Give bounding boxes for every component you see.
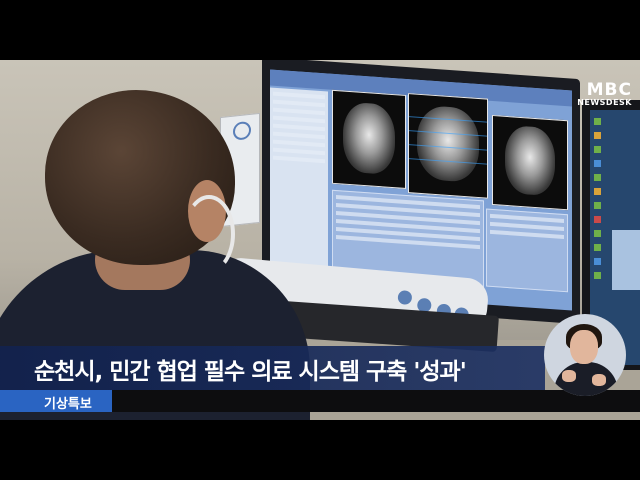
video-frame: MBC NEWSDESK 순천시, 민간 협업 필수 의료 시스템 구축 '성과… <box>0 0 640 480</box>
headline-text: 순천시, 민간 협업 필수 의료 시스템 구축 '성과' <box>34 359 467 385</box>
channel-logo-text: MBC <box>586 80 632 100</box>
mri-scan-image-coronal <box>332 89 406 189</box>
sign-language-interpreter <box>544 314 626 396</box>
channel-logo: MBC NEWSDESK <box>577 80 632 108</box>
section-tag: 기상특보 <box>0 390 112 412</box>
section-tag-text: 기상특보 <box>44 397 92 412</box>
mri-scan-image-sagittal <box>408 93 488 199</box>
face-mask-strap <box>183 195 235 273</box>
mri-scan-image-axial <box>492 114 568 211</box>
channel-logo-subtext: NEWSDESK <box>577 98 632 107</box>
headline-caption: 순천시, 민간 협업 필수 의료 시스템 구축 '성과' <box>0 346 545 390</box>
calendar-logo-icon <box>233 120 251 141</box>
protocol-panel <box>486 208 568 293</box>
